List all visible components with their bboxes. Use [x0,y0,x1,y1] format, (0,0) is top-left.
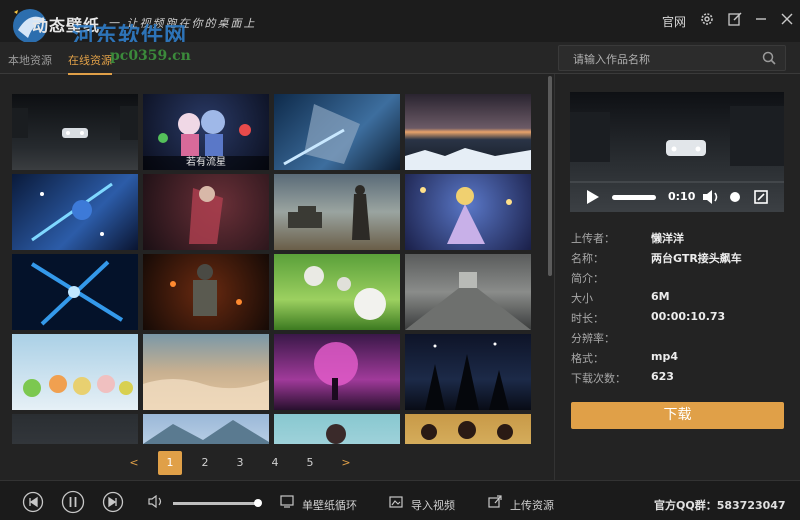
detail-label: 大小 [571,292,593,305]
title-bar: 动态壁纸 一 让视频跑在你的桌面上 河东软件网 官网 [0,0,800,49]
wallpaper-tile-group-photo[interactable] [405,414,531,444]
loop-icon [280,495,294,508]
wallpaper-tile-dandelion[interactable] [274,254,400,330]
wallpaper-tile-archer[interactable] [12,174,138,250]
play-icon[interactable] [586,189,600,205]
detail-value: mp4 [651,350,678,363]
progress-bar[interactable] [612,195,656,200]
wallpaper-tile-pubg[interactable] [143,254,269,330]
upload-icon [488,495,502,508]
detail-value: 6M [651,290,670,303]
detail-value: 懒洋洋 [651,232,684,245]
app-window: 动态壁纸 一 让视频跑在你的桌面上 河东软件网 官网 本地资源 在线资源 pc0… [0,0,800,520]
import-video-icon [389,496,403,508]
upload-resource-button[interactable]: 上传资源 [510,497,554,513]
wallpaper-tile-clouds[interactable] [143,334,269,410]
wallpaper-tile-dark-figure[interactable] [12,414,138,444]
wallpaper-tile-night-forest[interactable] [405,334,531,410]
video-preview[interactable]: 0:10 [570,92,784,212]
wallpaper-tile-birds[interactable] [12,334,138,410]
playback-time: 0:10 [668,190,696,203]
pause-icon[interactable] [61,490,85,514]
volume-slider-knob[interactable] [254,499,262,507]
qq-group-info: 官方QQ群：583723047 [654,499,786,512]
detail-row-downloads: 下载次数： 623 [571,368,785,388]
wallpaper-tile-night-road[interactable] [12,94,138,170]
minimize-icon[interactable] [752,11,770,29]
search-box[interactable]: 请输入作品名称 [558,45,786,71]
panel-divider [554,74,555,480]
player-controls: 0:10 [570,182,784,212]
wallpaper-tile-soldier[interactable] [274,174,400,250]
edit-icon[interactable] [726,11,744,29]
detail-label: 分辨率： [571,332,615,345]
page-button-5[interactable]: 5 [298,451,322,475]
prev-page-button[interactable]: < [122,451,146,475]
page-button-2[interactable]: 2 [193,451,217,475]
volume-knob[interactable] [730,192,740,202]
detail-row-intro: 简介： [571,268,785,288]
detail-label: 时长： [571,312,604,325]
next-page-button[interactable]: > [334,451,358,475]
detail-row-size: 大小 6M [571,288,785,308]
previous-track-icon[interactable] [22,491,44,513]
watermark-url: pc0359.cn [110,48,191,64]
wallpaper-tile-warrior[interactable] [143,174,269,250]
wallpaper-grid: 若有流星 [12,94,532,444]
detail-label: 名称： [571,252,604,265]
speaker-icon[interactable] [148,495,164,508]
page-button-3[interactable]: 3 [228,451,252,475]
tab-online[interactable]: 在线资源 [68,52,112,75]
close-icon[interactable] [778,11,796,29]
detail-value: 623 [651,370,674,383]
download-button[interactable]: 下载 [571,402,784,429]
wallpaper-tile-subway[interactable] [405,254,531,330]
wallpaper-tile-fantasy-girl[interactable] [405,174,531,250]
detail-row-name: 名称： 两台GTR接头飙车 [571,248,785,268]
volume-slider[interactable] [173,502,259,505]
import-video-button[interactable]: 导入视频 [411,497,455,513]
wallpaper-tile-girl-portrait[interactable] [274,414,400,444]
detail-value: 两台GTR接头飙车 [651,252,742,265]
search-input[interactable]: 请输入作品名称 [573,51,650,67]
detail-row-uploader: 上传者： 懒洋洋 [571,228,785,248]
wallpaper-details: 上传者： 懒洋洋 名称： 两台GTR接头飙车 简介： 大小 6M 时长： 00:… [571,228,785,388]
volume-icon[interactable] [702,189,720,205]
bottom-bar: 单壁纸循环 导入视频 上传资源 官方QQ群：583723047 [0,480,800,520]
tile-caption: 若有流星 [143,156,269,170]
website-link[interactable]: 官网 [662,13,686,30]
page-button-1[interactable]: 1 [158,451,182,475]
page-button-4[interactable]: 4 [263,451,287,475]
search-icon[interactable] [761,50,777,66]
detail-label: 格式： [571,352,604,365]
single-loop-button[interactable]: 单壁纸循环 [302,497,357,513]
wallpaper-tile-anime[interactable]: 若有流星 [143,94,269,170]
wallpaper-tile-purple-tree[interactable] [274,334,400,410]
gear-icon[interactable] [698,11,716,29]
tab-local[interactable]: 本地资源 [8,52,52,68]
detail-label: 上传者： [571,232,615,245]
detail-row-resolution: 分辨率： [571,328,785,348]
detail-label: 下载次数： [571,372,626,385]
next-track-icon[interactable] [102,491,124,513]
detail-row-duration: 时长： 00:00:10.73 [571,308,785,328]
wallpaper-tile-sunset-ice[interactable] [405,94,531,170]
detail-label: 简介： [571,272,604,285]
detail-value: 00:00:10.73 [651,310,726,323]
grid-scrollbar[interactable] [548,76,552,276]
detail-row-format: 格式： mp4 [571,348,785,368]
wallpaper-tile-knight[interactable] [274,94,400,170]
wallpaper-tile-blue-cross[interactable] [12,254,138,330]
fullscreen-icon[interactable] [754,190,768,204]
wallpaper-tile-mountain[interactable] [143,414,269,444]
